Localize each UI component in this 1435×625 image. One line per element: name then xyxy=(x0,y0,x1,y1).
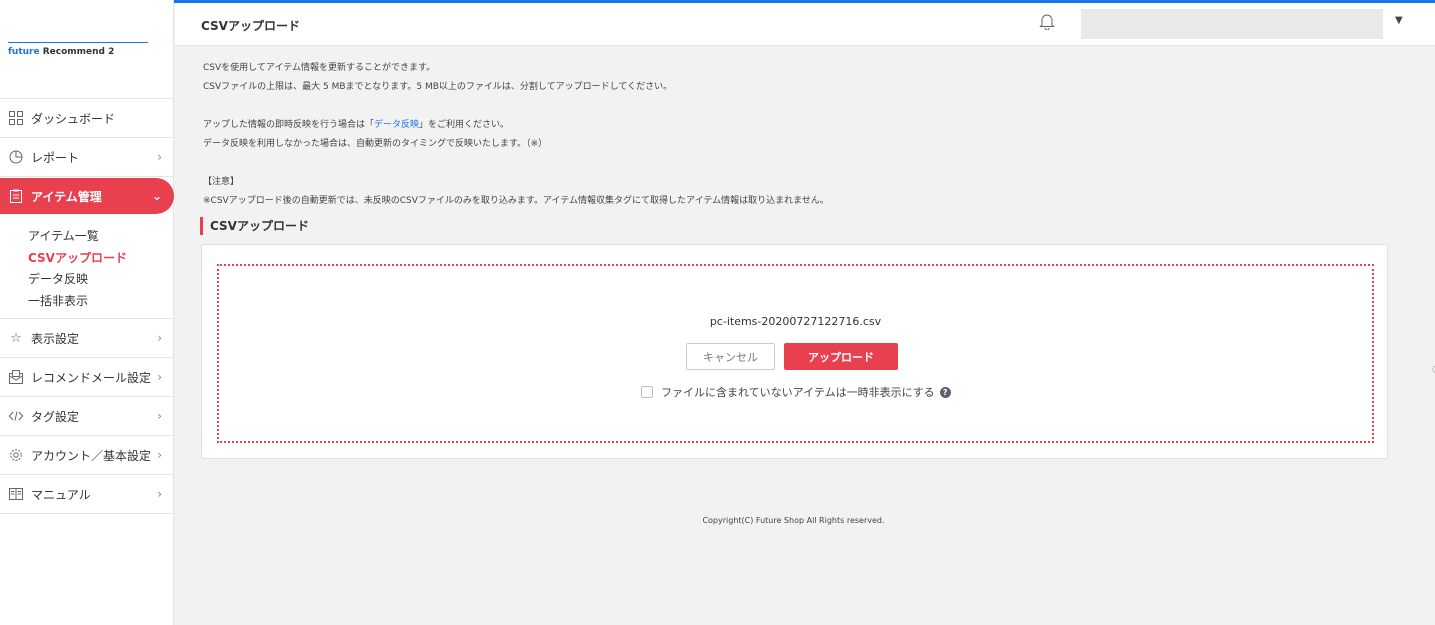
sidebar-item-report[interactable]: レポート › xyxy=(0,138,174,177)
gear-icon xyxy=(8,447,24,463)
bell-icon[interactable] xyxy=(1039,13,1057,31)
chevron-down-icon: ⌄ xyxy=(151,189,162,203)
sidebar: future Recommend 2 ダッシュボード レポート › アイテム管理… xyxy=(0,0,174,625)
dashboard-icon xyxy=(8,110,24,126)
sidebar-item-label: 表示設定 xyxy=(31,331,80,346)
desc-line: アップした情報の即時反映を行う場合は「データ反映」をご利用ください。 xyxy=(203,116,829,135)
code-icon xyxy=(8,408,24,424)
cancel-button[interactable]: キャンセル xyxy=(686,343,775,370)
subnav-item-csv-upload[interactable]: CSVアップロード xyxy=(28,248,174,270)
subnav-item-data-reflect[interactable]: データ反映 xyxy=(28,269,174,291)
desc-text: アップした情報の即時反映を行う場合は「 xyxy=(203,120,375,130)
logo-product: Recommend 2 xyxy=(42,47,115,57)
clipboard-icon xyxy=(8,188,24,204)
sidebar-subnav: アイテム一覧 CSVアップロード データ反映 一括非表示 xyxy=(0,214,174,319)
account-selector[interactable] xyxy=(1081,9,1383,39)
sidebar-item-label: アカウント／基本設定 xyxy=(31,448,152,463)
upload-card: pc-items-20200727122716.csv キャンセル アップロード… xyxy=(201,244,1388,459)
page-title: CSVアップロード xyxy=(201,19,300,33)
sidebar-item-dashboard[interactable]: ダッシュボード xyxy=(0,99,174,138)
header: CSVアップロード ▼ xyxy=(175,3,1435,46)
sidebar-item-display-settings[interactable]: ☆ 表示設定 › xyxy=(0,319,174,358)
star-icon: ☆ xyxy=(10,330,22,346)
chevron-right-icon: › xyxy=(157,409,162,423)
file-name: pc-items-20200727122716.csv xyxy=(709,315,882,328)
sidebar-item-label: タグ設定 xyxy=(31,409,80,424)
desc-line: CSVファイルの上限は、最大 5 MBまでとなります。5 MB以上のファイルは、… xyxy=(203,82,673,92)
sidebar-nav: ダッシュボード レポート › アイテム管理 ⌄ アイテム一覧 CSVアップロード… xyxy=(0,98,174,514)
main-content: CSVを使用してアイテム情報を更新することができます。 CSVファイルの上限は、… xyxy=(175,47,1435,625)
description: CSVを使用してアイテム情報を更新することができます。 CSVファイルの上限は、… xyxy=(203,59,829,211)
logo-brand: future xyxy=(8,47,40,57)
sidebar-item-account-settings[interactable]: アカウント／基本設定 › xyxy=(0,436,174,475)
checkbox-label[interactable]: ファイルに含まれていないアイテムは一時非表示にする xyxy=(661,384,935,400)
chevron-right-icon: › xyxy=(157,370,162,384)
chevron-right-icon: › xyxy=(157,448,162,462)
sidebar-item-label: マニュアル xyxy=(31,487,91,502)
help-icon[interactable]: ? xyxy=(939,386,951,398)
hide-missing-option: ファイルに含まれていないアイテムは一時非表示にする ? xyxy=(641,384,951,400)
desc-line: データ反映を利用しなかった場合は、自動更新のタイミングで反映いたします。（※） xyxy=(203,139,548,149)
desc-line: CSVを使用してアイテム情報を更新することができます。 xyxy=(203,63,436,73)
sidebar-item-label: レポート xyxy=(31,150,80,165)
sidebar-item-manual[interactable]: マニュアル › xyxy=(0,475,174,514)
caret-down-icon[interactable]: ▼ xyxy=(1395,15,1403,26)
sidebar-item-item-management[interactable]: アイテム管理 ⌄ xyxy=(0,178,174,214)
mail-icon xyxy=(8,369,24,385)
sidebar-item-label: レコメンドメール設定 xyxy=(31,370,152,385)
note-body: ※CSVアップロード後の自動更新では、未反映のCSVファイルのみを取り込みます。… xyxy=(203,196,829,206)
sidebar-item-tag-settings[interactable]: タグ設定 › xyxy=(0,397,174,436)
subnav-item-list[interactable]: アイテム一覧 xyxy=(28,226,174,248)
sidebar-item-label: ダッシュボード xyxy=(31,111,116,126)
chevron-right-icon: › xyxy=(157,487,162,501)
pie-chart-icon xyxy=(8,149,24,165)
sidebar-item-mail-settings[interactable]: レコメンドメール設定 › xyxy=(0,358,174,397)
sidebar-item-label: アイテム管理 xyxy=(31,189,102,204)
upload-button[interactable]: アップロード xyxy=(784,343,898,370)
file-dropzone[interactable]: pc-items-20200727122716.csv キャンセル アップロード… xyxy=(217,264,1374,443)
desc-text: 」をご利用ください。 xyxy=(419,120,510,130)
chevron-right-icon: › xyxy=(157,150,162,164)
note-title: 【注意】 xyxy=(203,177,240,187)
footer-copyright: Copyright(C) Future Shop All Rights rese… xyxy=(702,516,885,525)
subnav-item-bulk-hide[interactable]: 一括非表示 xyxy=(28,291,174,313)
hide-missing-checkbox[interactable] xyxy=(641,386,653,398)
data-reflect-link[interactable]: データ反映 xyxy=(374,120,419,130)
chevron-right-icon: › xyxy=(157,331,162,345)
section-title: CSVアップロード xyxy=(200,217,309,235)
book-icon xyxy=(8,486,24,502)
logo[interactable]: future Recommend 2 xyxy=(8,42,148,57)
